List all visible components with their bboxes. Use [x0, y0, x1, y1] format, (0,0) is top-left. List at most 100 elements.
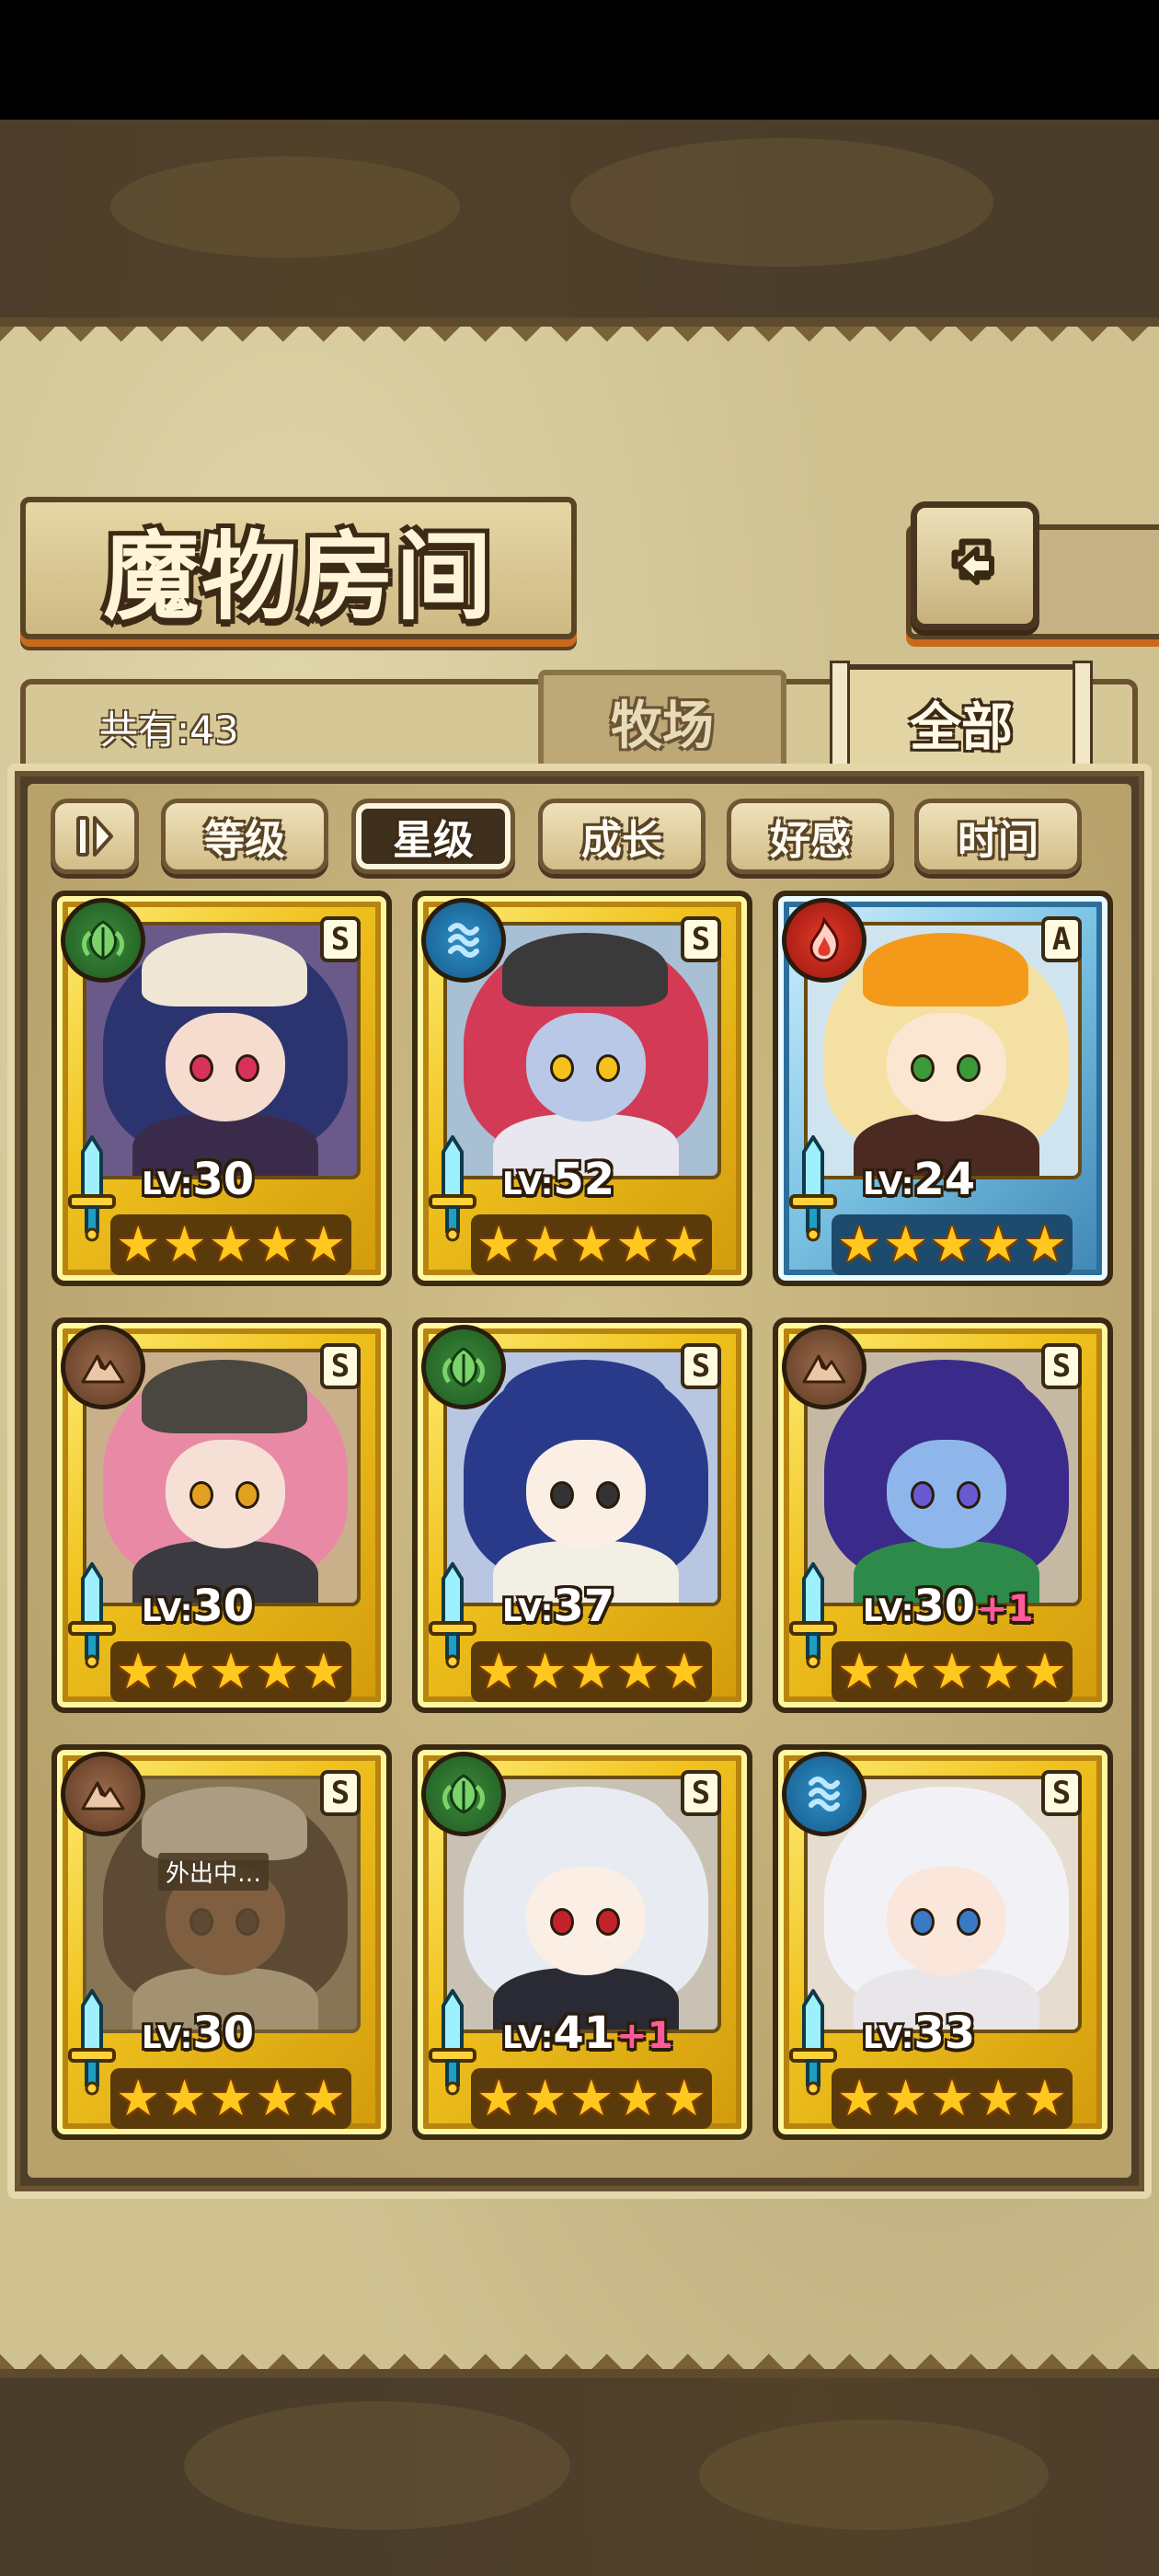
character-eye	[911, 1481, 935, 1509]
character-face	[526, 1867, 646, 1975]
away-status-label: 外出中…	[158, 1853, 270, 1891]
star-icon: ★	[976, 1215, 1021, 1273]
star-rating: ★ ★ ★ ★ ★	[832, 1214, 1073, 1275]
map-landmass	[570, 138, 993, 267]
mountain-icon	[782, 1325, 866, 1409]
star-icon: ★	[568, 1215, 614, 1273]
monster-card[interactable]: S LV: 30 ★ ★ ★ ★ ★ 外出中…	[52, 1744, 392, 2140]
character-eye	[235, 1054, 259, 1082]
level-label: LV: 30	[142, 1581, 256, 1632]
star-icon: ★	[837, 1215, 882, 1273]
level-label: LV: 52	[502, 1154, 616, 1205]
level-bonus: +1	[977, 1588, 1034, 1630]
star-icon: ★	[476, 1642, 522, 1700]
level-label: LV: 33	[863, 2007, 977, 2059]
tab-pasture[interactable]: 牧场	[538, 670, 786, 773]
star-icon: ★	[568, 2069, 614, 2127]
level-prefix: LV:	[502, 2019, 554, 2056]
level-value: 52	[553, 1154, 615, 1205]
rank-badge: S	[681, 1770, 721, 1816]
character-eye	[596, 1054, 620, 1082]
character-face	[526, 1440, 646, 1548]
character-face	[887, 1867, 1006, 1975]
rank-badge: S	[1041, 1770, 1082, 1816]
level-label: LV: 37	[502, 1581, 616, 1632]
star-icon: ★	[522, 1642, 568, 1700]
leaf-icon	[421, 1752, 506, 1836]
star-rating: ★ ★ ★ ★ ★	[471, 1214, 712, 1275]
sort-button-affection[interactable]: 好感	[727, 799, 894, 874]
star-icon: ★	[476, 1215, 522, 1273]
star-rating: ★ ★ ★ ★ ★	[832, 1641, 1073, 1702]
character-eye	[596, 1481, 620, 1509]
star-icon: ★	[837, 1642, 882, 1700]
sort-button-time[interactable]: 时间	[914, 799, 1082, 874]
mountain-icon	[61, 1325, 145, 1409]
level-value: 30	[913, 1581, 976, 1632]
star-rating: ★ ★ ★ ★ ★	[110, 1641, 351, 1702]
star-rating: ★ ★ ★ ★ ★	[110, 2068, 351, 2129]
sort-button-growth[interactable]: 成长	[538, 799, 706, 874]
monster-card[interactable]: S LV: 41 +1 ★ ★ ★ ★ ★	[412, 1744, 752, 2140]
monster-card[interactable]: S LV: 33 ★ ★ ★ ★ ★	[773, 1744, 1113, 2140]
monster-card[interactable]: S LV: 37 ★ ★ ★ ★ ★	[412, 1317, 752, 1713]
star-icon: ★	[116, 2069, 161, 2127]
monster-card[interactable]: S LV: 30 ★ ★ ★ ★ ★	[52, 891, 392, 1286]
character-eye	[957, 1908, 981, 1936]
character-headwear	[502, 933, 668, 1006]
character-eye	[550, 1481, 574, 1509]
monster-card[interactable]: S LV: 52 ★ ★ ★ ★ ★	[412, 891, 752, 1286]
star-icon: ★	[208, 1642, 254, 1700]
star-rating: ★ ★ ★ ★ ★	[832, 2068, 1073, 2129]
level-value: 33	[913, 2007, 976, 2059]
water-wave-icon	[782, 1752, 866, 1836]
character-eye	[550, 1908, 574, 1936]
character-headwear	[863, 1360, 1028, 1433]
star-icon: ★	[929, 2069, 975, 2127]
back-button[interactable]	[911, 501, 1039, 630]
water-wave-icon	[421, 898, 506, 983]
monster-card[interactable]: S LV: 30 ★ ★ ★ ★ ★	[52, 1317, 392, 1713]
level-value: 24	[913, 1154, 976, 1205]
star-icon: ★	[208, 1215, 254, 1273]
level-bonus: +1	[616, 2015, 673, 2057]
character-face	[166, 1013, 285, 1121]
level-value: 30	[192, 1154, 255, 1205]
leaf-icon	[421, 1325, 506, 1409]
sort-button-star[interactable]: 星级	[351, 799, 515, 874]
sort-button-level[interactable]: 等级	[161, 799, 328, 874]
character-eye	[189, 1481, 213, 1509]
level-label: LV: 24	[863, 1154, 977, 1205]
panel-bottom-border	[0, 2349, 1159, 2369]
star-icon: ★	[255, 1642, 300, 1700]
level-prefix: LV:	[863, 1593, 914, 1629]
star-icon: ★	[615, 1215, 660, 1273]
star-icon: ★	[1022, 2069, 1067, 2127]
star-icon: ★	[837, 2069, 882, 2127]
star-icon: ★	[162, 1642, 207, 1700]
sort-order-toggle[interactable]	[51, 799, 139, 874]
star-icon: ★	[1022, 1642, 1067, 1700]
page-title: 魔物房间	[103, 520, 494, 633]
map-landmass	[110, 156, 460, 258]
character-face	[887, 1440, 1006, 1548]
level-value: 30	[192, 2007, 255, 2059]
character-eye	[596, 1908, 620, 1936]
character-face	[166, 1440, 285, 1548]
monster-card[interactable]: A LV: 24 ★ ★ ★ ★ ★	[773, 891, 1113, 1286]
monster-card[interactable]: S LV: 30 +1 ★ ★ ★ ★ ★	[773, 1317, 1113, 1713]
character-face	[526, 1013, 646, 1121]
character-headwear	[863, 1787, 1028, 1860]
status-bar	[0, 0, 1159, 120]
level-label: LV: 30	[142, 1154, 256, 1205]
level-prefix: LV:	[502, 1166, 554, 1202]
character-headwear	[502, 1360, 668, 1433]
level-value: 37	[553, 1581, 615, 1632]
character-headwear	[142, 1360, 307, 1433]
star-icon: ★	[929, 1642, 975, 1700]
panel-top-border	[0, 327, 1159, 347]
sort-order-toggle-icon	[76, 816, 113, 857]
star-icon: ★	[568, 1642, 614, 1700]
star-icon: ★	[162, 2069, 207, 2127]
rank-badge: A	[1041, 916, 1082, 962]
